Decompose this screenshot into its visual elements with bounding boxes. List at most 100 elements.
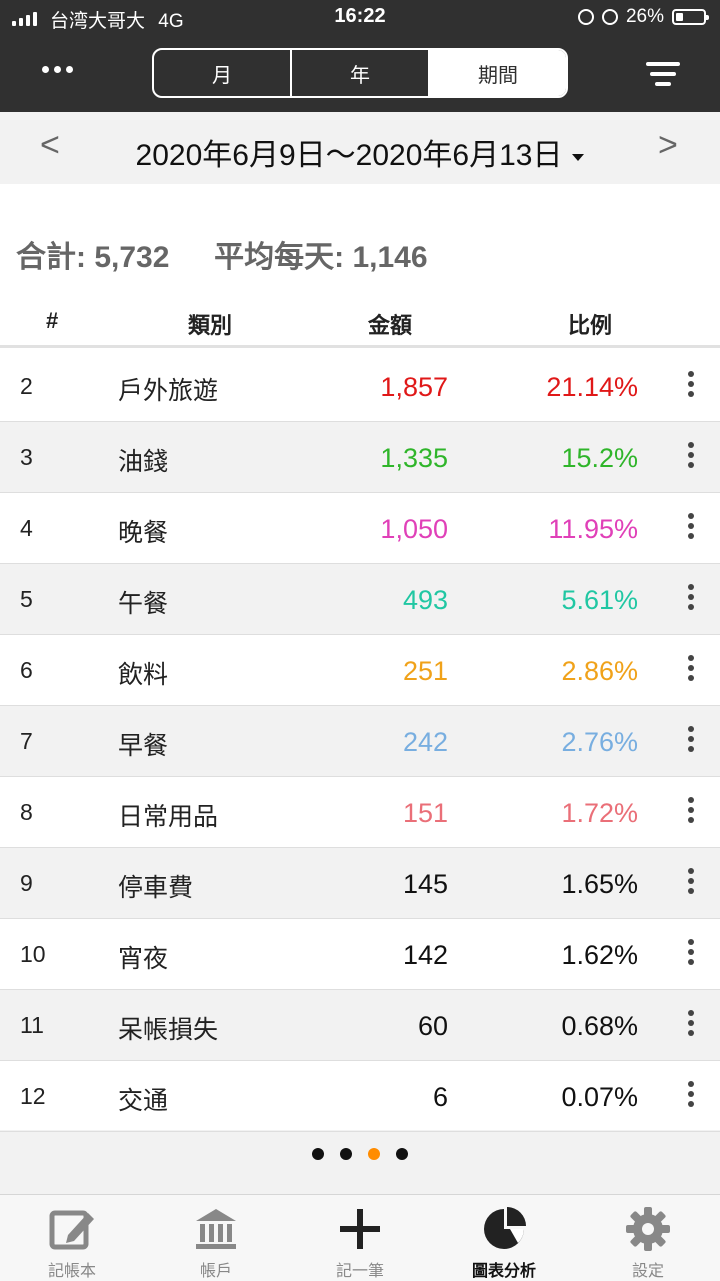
row-rank: 5 bbox=[20, 586, 33, 612]
more-dots-icon[interactable] bbox=[42, 66, 73, 73]
row-rank: 6 bbox=[20, 657, 33, 683]
filter-icon[interactable] bbox=[646, 62, 680, 92]
row-category: 呆帳損失 bbox=[118, 1016, 219, 1044]
bank-icon bbox=[192, 1203, 240, 1255]
table-row[interactable]: 9 停車費 145 1.65% bbox=[0, 848, 720, 919]
table-row[interactable]: 4 晚餐 1,050 11.95% bbox=[0, 493, 720, 564]
col-category: 類別 bbox=[188, 313, 233, 338]
row-rank: 7 bbox=[20, 728, 33, 754]
table-row[interactable]: 3 油錢 1,335 15.2% bbox=[0, 422, 720, 493]
bottom-tab-bar: 記帳本 帳戶 記一筆 圖表分析 設定 bbox=[0, 1194, 720, 1281]
alarm-icon bbox=[601, 9, 618, 25]
top-bar: 台湾大哥大 4G 16:22 26% 月 年 期間 bbox=[0, 0, 720, 112]
row-amount: 142 bbox=[402, 940, 448, 970]
row-category: 晚餐 bbox=[118, 519, 169, 547]
row-ratio: 1.65% bbox=[561, 869, 638, 899]
row-amount: 1,857 bbox=[380, 372, 448, 402]
row-category: 飲料 bbox=[118, 661, 169, 689]
table-row[interactable]: 2 戶外旅遊 1,857 21.14% bbox=[0, 351, 720, 422]
row-category: 午餐 bbox=[118, 590, 169, 618]
dropdown-caret-icon bbox=[572, 153, 585, 161]
edit-book-icon bbox=[48, 1203, 96, 1255]
table-header: # 類別 金額 比例 bbox=[0, 288, 720, 348]
row-rank: 3 bbox=[20, 444, 33, 470]
page-dot[interactable] bbox=[340, 1148, 352, 1160]
row-ratio: 1.72% bbox=[561, 798, 638, 828]
row-category: 交通 bbox=[118, 1087, 169, 1115]
tab-settings[interactable]: 設定 bbox=[576, 1195, 720, 1281]
row-category: 早餐 bbox=[118, 732, 169, 760]
row-amount: 1,050 bbox=[380, 514, 448, 544]
row-more-icon[interactable] bbox=[686, 655, 696, 685]
row-more-icon[interactable] bbox=[686, 513, 696, 543]
segment-year[interactable]: 年 bbox=[290, 50, 428, 96]
col-rank: # bbox=[46, 308, 59, 333]
table-row[interactable]: 12 交通 6 0.07% bbox=[0, 1061, 720, 1132]
battery-icon bbox=[672, 9, 709, 25]
battery-percent: 26% bbox=[625, 6, 664, 27]
row-amount: 493 bbox=[402, 585, 448, 615]
date-range-selector[interactable]: 2020年6月9日～2020年6月13日 bbox=[0, 130, 720, 174]
category-table: 2 戶外旅遊 1,857 21.14% 3 油錢 1,335 15.2% 4 晚餐 1,050 11.… bbox=[0, 351, 720, 1132]
row-amount: 6 bbox=[432, 1082, 448, 1112]
row-ratio: 2.86% bbox=[561, 656, 638, 686]
row-more-icon[interactable] bbox=[686, 1081, 696, 1111]
tab-chart-analysis[interactable]: 圖表分析 bbox=[432, 1195, 576, 1281]
row-rank: 8 bbox=[20, 799, 33, 825]
row-rank: 10 bbox=[20, 941, 46, 967]
row-ratio: 11.95% bbox=[548, 514, 638, 544]
rotation-lock-icon bbox=[577, 9, 594, 25]
gear-icon bbox=[624, 1203, 672, 1255]
table-row[interactable]: 7 早餐 242 2.76% bbox=[0, 706, 720, 777]
next-period-button[interactable]: > bbox=[658, 126, 678, 165]
main-content: 合計: 5,732 平均每天: 1,146 # 類別 金額 比例 2 戶外旅遊 1,… bbox=[0, 184, 720, 1132]
page-dot[interactable] bbox=[312, 1148, 324, 1160]
tab-label: 記一筆 bbox=[335, 1263, 384, 1280]
summary: 合計: 5,732 平均每天: 1,146 bbox=[16, 232, 428, 276]
table-row[interactable]: 11 呆帳損失 60 0.68% bbox=[0, 990, 720, 1061]
tab-label: 圖表分析 bbox=[471, 1263, 536, 1280]
total-label: 合計: bbox=[16, 241, 86, 274]
row-more-icon[interactable] bbox=[686, 442, 696, 472]
row-more-icon[interactable] bbox=[686, 584, 696, 614]
row-category: 停車費 bbox=[118, 874, 194, 902]
total-value: 5,732 bbox=[94, 241, 170, 274]
table-row[interactable]: 5 午餐 493 5.61% bbox=[0, 564, 720, 635]
table-row[interactable]: 6 飲料 251 2.86% bbox=[0, 635, 720, 706]
row-amount: 242 bbox=[402, 727, 448, 757]
tab-label: 帳戶 bbox=[199, 1263, 232, 1280]
table-row[interactable]: 8 日常用品 151 1.72% bbox=[0, 777, 720, 848]
tab-label: 設定 bbox=[631, 1263, 664, 1280]
row-more-icon[interactable] bbox=[686, 726, 696, 756]
page-dot[interactable] bbox=[368, 1148, 380, 1160]
row-more-icon[interactable] bbox=[686, 868, 696, 898]
table-row[interactable]: 10 宵夜 142 1.62% bbox=[0, 919, 720, 990]
segment-month[interactable]: 月 bbox=[154, 50, 290, 96]
tab-ledger[interactable]: 記帳本 bbox=[0, 1195, 144, 1281]
period-segmented-control: 月 年 期間 bbox=[152, 48, 568, 98]
row-ratio: 2.76% bbox=[561, 727, 638, 757]
tab-label: 記帳本 bbox=[47, 1263, 96, 1280]
row-category: 日常用品 bbox=[118, 803, 219, 831]
row-amount: 1,335 bbox=[380, 443, 448, 473]
plus-icon bbox=[338, 1203, 382, 1255]
row-more-icon[interactable] bbox=[686, 1010, 696, 1040]
row-category: 戶外旅遊 bbox=[118, 377, 219, 405]
row-amount: 251 bbox=[402, 656, 448, 686]
date-bar: < 2020年6月9日～2020年6月13日 > bbox=[0, 112, 720, 184]
segment-period[interactable]: 期間 bbox=[428, 50, 566, 96]
date-range-text: 2020年6月9日～2020年6月13日 bbox=[135, 139, 563, 172]
row-rank: 2 bbox=[20, 373, 33, 399]
tab-accounts[interactable]: 帳戶 bbox=[144, 1195, 288, 1281]
status-bar: 台湾大哥大 4G 16:22 26% bbox=[0, 0, 720, 36]
row-more-icon[interactable] bbox=[686, 939, 696, 969]
tab-add-record[interactable]: 記一筆 bbox=[288, 1195, 432, 1281]
row-ratio: 15.2% bbox=[561, 443, 638, 473]
row-ratio: 1.62% bbox=[561, 940, 638, 970]
row-more-icon[interactable] bbox=[686, 371, 696, 401]
page-dot[interactable] bbox=[396, 1148, 408, 1160]
row-rank: 4 bbox=[20, 515, 33, 541]
row-rank: 11 bbox=[20, 1012, 44, 1038]
row-more-icon[interactable] bbox=[686, 797, 696, 827]
row-category: 宵夜 bbox=[118, 945, 169, 973]
